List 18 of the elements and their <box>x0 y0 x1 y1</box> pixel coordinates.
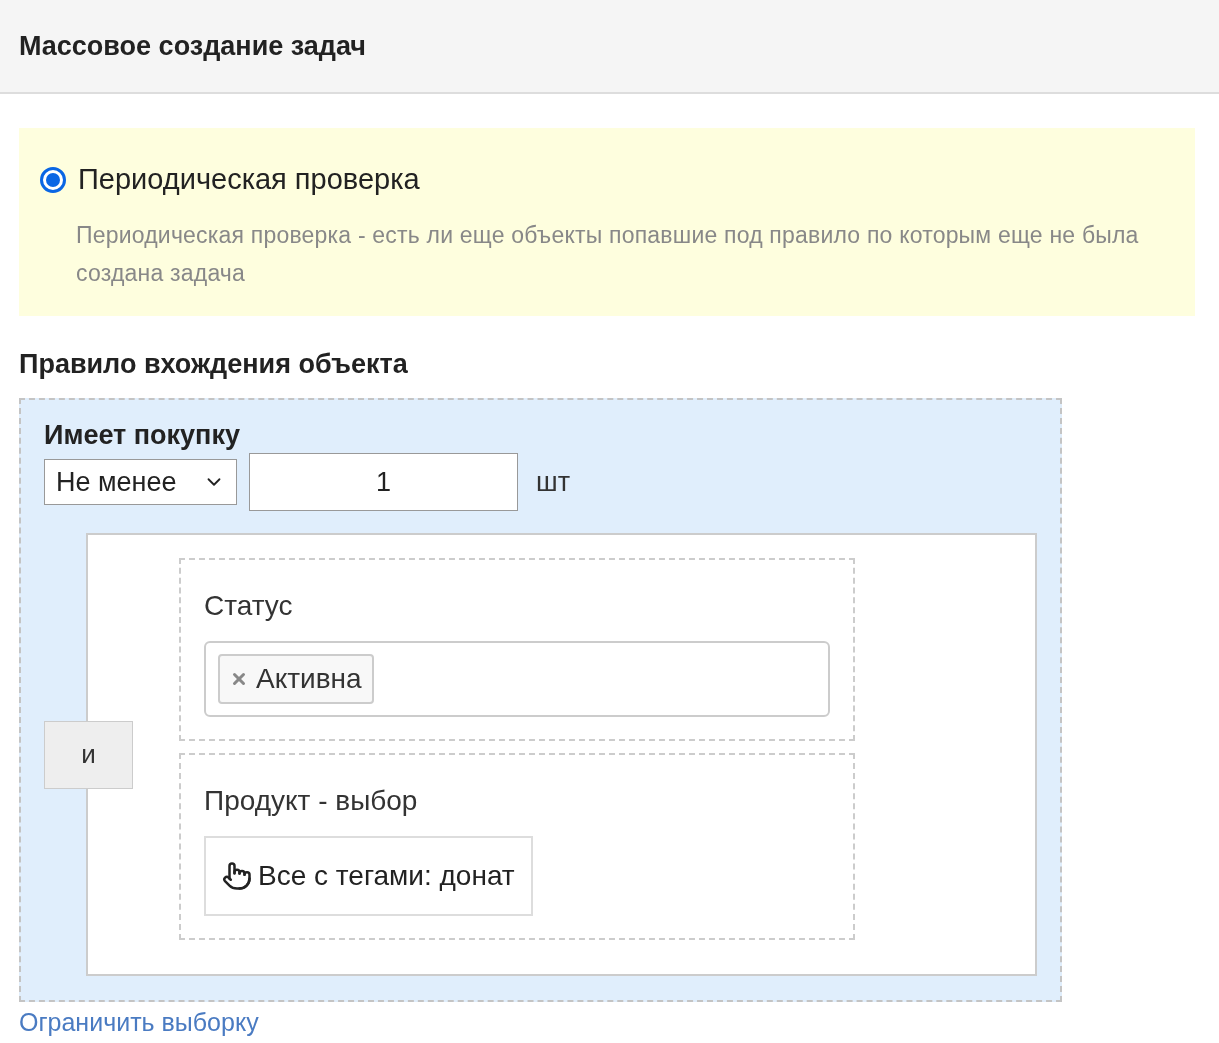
condition-title: Имеет покупку <box>44 422 241 449</box>
remove-icon[interactable] <box>230 670 248 688</box>
mode-label: Периодическая проверка <box>78 162 420 197</box>
limit-selection-link[interactable]: Ограничить выборку <box>19 1004 1200 1042</box>
page-title: Массовое создание задач <box>19 29 366 63</box>
quantity-input[interactable]: 1 <box>249 453 518 511</box>
filter-label: Статус <box>204 589 294 623</box>
mode-description: Периодическая проверка - есть ли еще объекты попавшие под правило по которым еще не была создана задача <box>76 220 1140 288</box>
pointer-hand-icon <box>222 861 252 891</box>
section-heading: Правило вхождения объекта <box>19 347 409 381</box>
tag-chip[interactable]: Активна <box>218 654 374 704</box>
operator-select[interactable]: Не менее <box>44 459 237 505</box>
and-button[interactable]: и <box>44 720 133 789</box>
tag-select-field[interactable]: Активна <box>204 641 830 717</box>
filter-label: Продукт - выбор <box>204 784 419 818</box>
mode-radio[interactable] <box>40 166 66 193</box>
product-picker-button[interactable]: Все с тегами: донат <box>204 836 533 916</box>
unit-label: шт <box>536 465 571 499</box>
